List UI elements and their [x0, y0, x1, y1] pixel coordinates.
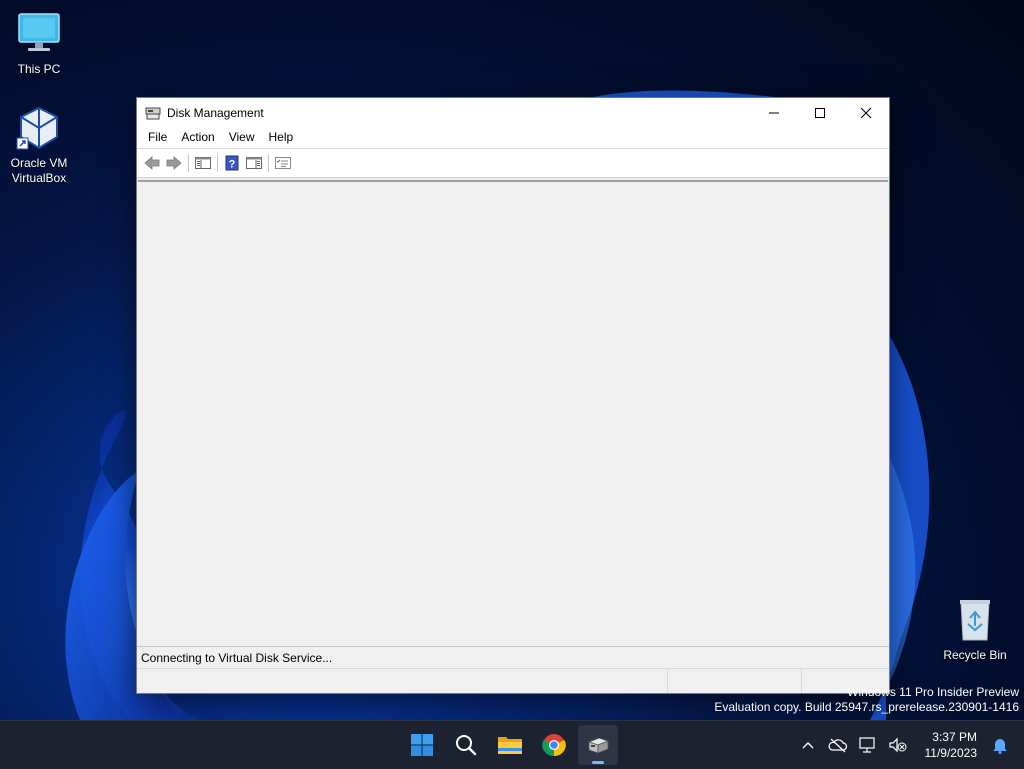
- disk-management-icon: [145, 105, 161, 121]
- status-text: Connecting to Virtual Disk Service...: [141, 651, 332, 665]
- show-hide-action-pane-icon: [245, 155, 263, 171]
- disk-management-taskbar-button[interactable]: [578, 725, 618, 765]
- chevron-up-icon: [801, 740, 815, 750]
- desktop-icon-label: Oracle VM: [1, 156, 77, 171]
- properties-button[interactable]: [272, 152, 294, 174]
- window-title: Disk Management: [167, 106, 264, 120]
- show-hidden-icons-button[interactable]: [796, 733, 820, 757]
- onedrive-button[interactable]: [826, 733, 850, 757]
- network-icon: [858, 736, 878, 754]
- evaluation-watermark: Windows 11 Pro Insider Preview Evaluatio…: [714, 685, 1019, 715]
- onedrive-offline-icon: [828, 737, 848, 753]
- help-icon: ?: [224, 155, 240, 171]
- minimize-icon: [768, 107, 780, 119]
- system-tray: 3:37 PM 11/9/2023: [793, 721, 1024, 769]
- menu-view[interactable]: View: [222, 127, 262, 148]
- minimize-button[interactable]: [751, 98, 797, 127]
- file-explorer-icon: [497, 733, 523, 757]
- chrome-icon: [542, 733, 566, 757]
- volume-button[interactable]: [886, 733, 910, 757]
- desktop-icon-label: Recycle Bin: [937, 648, 1013, 663]
- forward-arrow-icon: [165, 155, 183, 171]
- properties-icon: [274, 155, 292, 171]
- clock-time: 3:37 PM: [925, 729, 978, 745]
- forward-button[interactable]: [163, 152, 185, 174]
- window-titlebar[interactable]: Disk Management: [137, 98, 889, 127]
- network-button[interactable]: [856, 733, 880, 757]
- chrome-button[interactable]: [534, 725, 574, 765]
- menu-bar: File Action View Help: [137, 127, 889, 148]
- toolbar-separator: [268, 154, 269, 172]
- monitor-icon: [15, 10, 63, 58]
- taskbar: 3:37 PM 11/9/2023: [0, 720, 1024, 769]
- desktop-icon-label: This PC: [1, 62, 77, 77]
- toolbar-separator: [188, 154, 189, 172]
- menu-action[interactable]: Action: [174, 127, 221, 148]
- svg-text:?: ?: [229, 159, 236, 171]
- maximize-button[interactable]: [797, 98, 843, 127]
- show-hide-console-tree-button[interactable]: [192, 152, 214, 174]
- toolbar: ?: [137, 148, 889, 178]
- watermark-line-2: Evaluation copy. Build 25947.rs_prerelea…: [714, 700, 1019, 715]
- disk-management-icon: [586, 733, 610, 757]
- menu-file[interactable]: File: [141, 127, 174, 148]
- help-button[interactable]: ?: [221, 152, 243, 174]
- recycle-bin-icon: [951, 596, 999, 644]
- notifications-button[interactable]: [988, 733, 1012, 757]
- close-button[interactable]: [843, 98, 889, 127]
- disk-management-content-area: [138, 180, 888, 664]
- back-arrow-icon: [143, 155, 161, 171]
- clock[interactable]: 3:37 PM 11/9/2023: [925, 729, 978, 761]
- desktop-icon-virtualbox[interactable]: Oracle VM VirtualBox: [1, 104, 77, 186]
- active-app-indicator: [592, 761, 604, 764]
- status-message-bar: Connecting to Virtual Disk Service...: [137, 646, 889, 669]
- watermark-line-1: Windows 11 Pro Insider Preview: [714, 685, 1019, 700]
- disk-management-window: Disk Management File Action View Help: [136, 97, 890, 694]
- show-hide-console-tree-icon: [194, 155, 212, 171]
- back-button[interactable]: [141, 152, 163, 174]
- start-button[interactable]: [402, 725, 442, 765]
- status-pane: [137, 669, 668, 693]
- maximize-icon: [814, 107, 826, 119]
- desktop-icon-label: VirtualBox: [1, 171, 77, 186]
- virtualbox-icon: [15, 104, 63, 152]
- file-explorer-button[interactable]: [490, 725, 530, 765]
- search-button[interactable]: [446, 725, 486, 765]
- search-icon: [454, 733, 478, 757]
- desktop-icon-recycle-bin[interactable]: Recycle Bin: [937, 596, 1013, 663]
- notification-bell-icon: [992, 736, 1008, 754]
- clock-date: 11/9/2023: [925, 745, 978, 761]
- desktop-icon-this-pc[interactable]: This PC: [1, 10, 77, 77]
- volume-muted-icon: [888, 736, 908, 754]
- toolbar-separator: [217, 154, 218, 172]
- menu-help[interactable]: Help: [262, 127, 301, 148]
- start-icon: [410, 733, 434, 757]
- show-hide-action-pane-button[interactable]: [243, 152, 265, 174]
- close-icon: [860, 107, 872, 119]
